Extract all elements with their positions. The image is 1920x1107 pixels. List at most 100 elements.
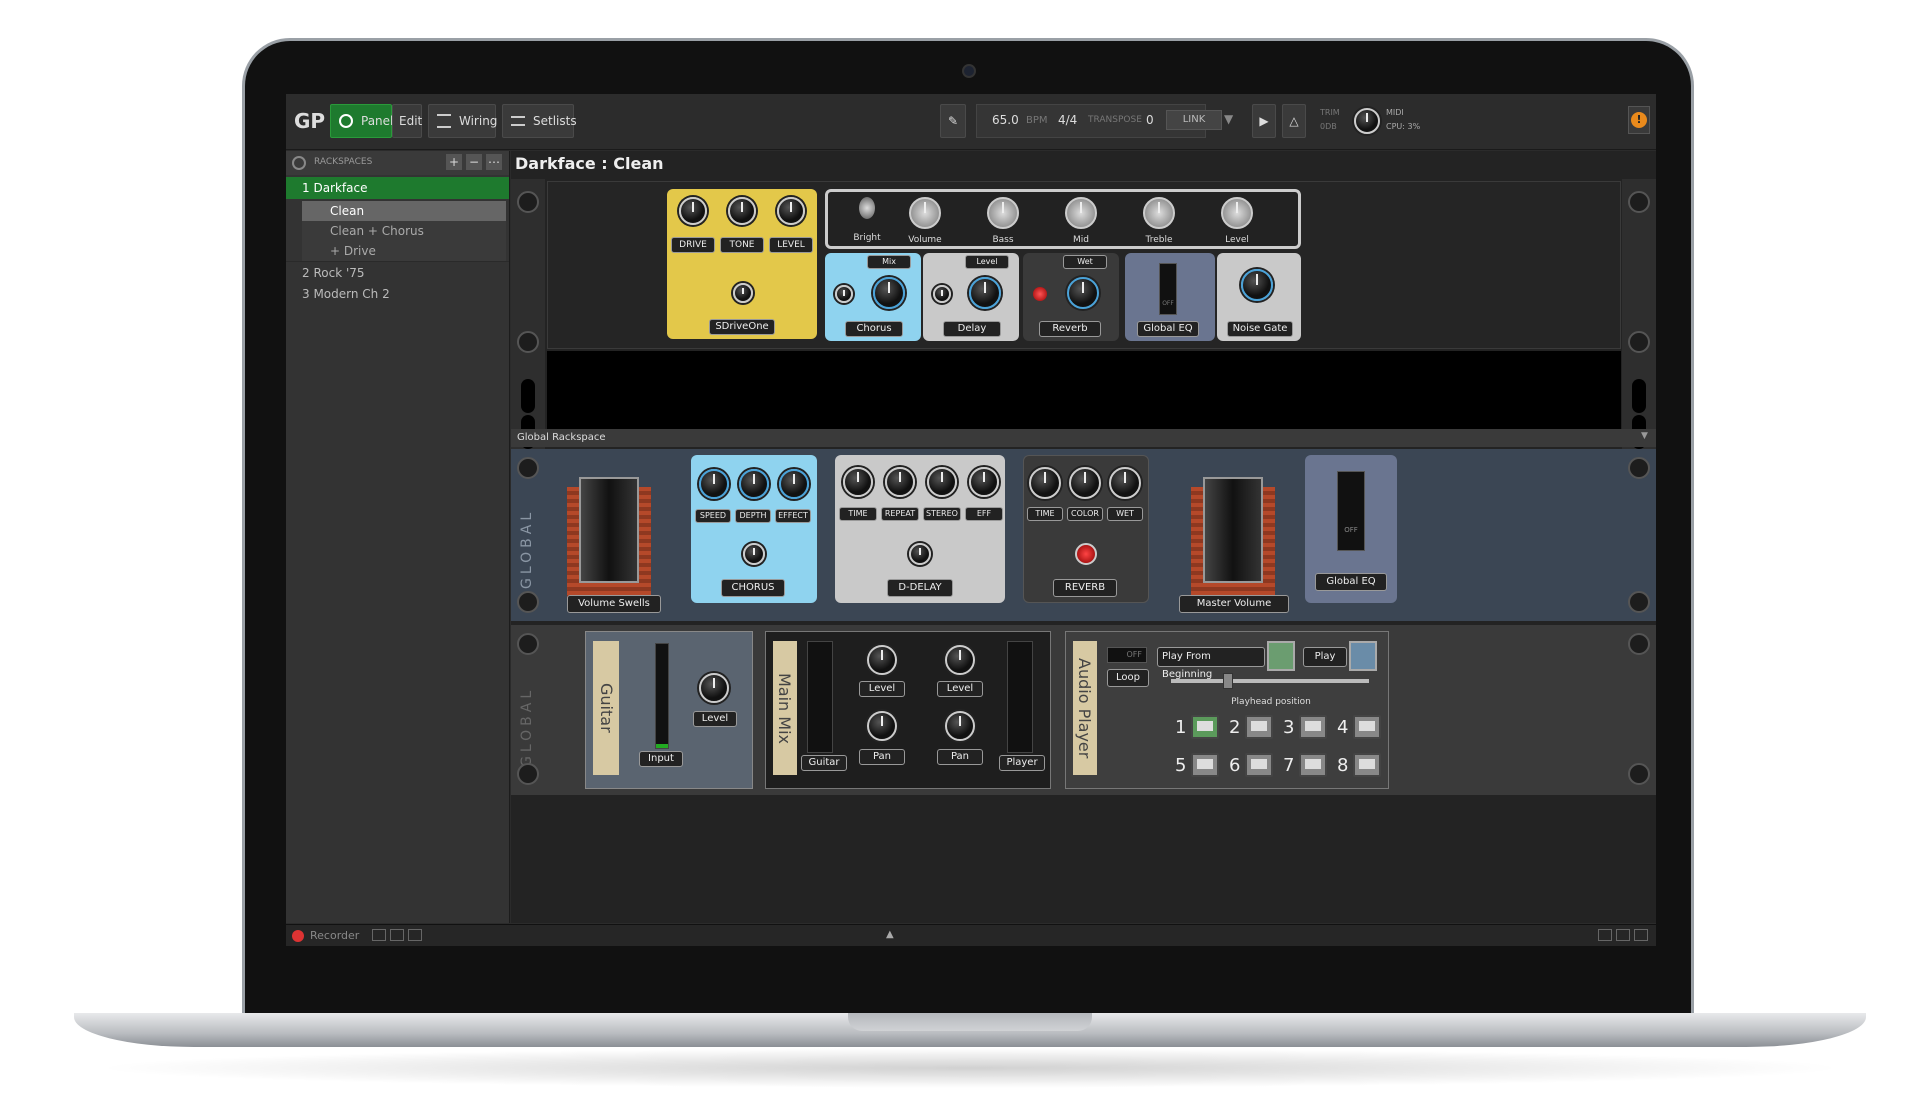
mix-level-knob-1[interactable] xyxy=(867,645,897,675)
global-eq2-switch[interactable]: OFF xyxy=(1337,471,1365,551)
record-icon[interactable] xyxy=(292,930,304,942)
pan-knob-1[interactable] xyxy=(867,711,897,741)
button-7[interactable] xyxy=(1299,753,1327,777)
volume-swells-treadle[interactable] xyxy=(579,477,639,583)
volume-knob[interactable] xyxy=(909,197,941,229)
playhead-slider[interactable] xyxy=(1171,679,1369,683)
ddelay-footswitch[interactable] xyxy=(909,543,931,565)
button-4[interactable] xyxy=(1353,715,1381,739)
sidebar-variation-drive[interactable]: + Drive xyxy=(302,241,506,261)
chevron-up-icon[interactable]: ▲ xyxy=(886,929,894,940)
mix-level-knob-2[interactable] xyxy=(945,645,975,675)
collapse-icon[interactable]: ▼ xyxy=(1641,431,1648,441)
reverb-wet-knob-global[interactable] xyxy=(1109,467,1141,499)
app-logo-icon: GP xyxy=(294,109,326,133)
laptop-notch xyxy=(848,1013,1092,1031)
setlists-button[interactable]: Setlists xyxy=(502,104,577,138)
out1-button[interactable] xyxy=(390,929,404,941)
ddelay-stereo-knob[interactable] xyxy=(927,467,957,497)
amp-level-knob[interactable] xyxy=(1221,197,1253,229)
ddelay-repeat-knob[interactable] xyxy=(885,467,915,497)
sidebar-item-modern-ch2[interactable]: 3 Modern Ch 2 xyxy=(286,283,509,305)
sidebar-variation-clean[interactable]: Clean xyxy=(302,201,506,221)
drive-knob[interactable] xyxy=(679,197,707,225)
trim-knob[interactable] xyxy=(1354,108,1380,134)
status-bar: Recorder ▲ xyxy=(286,924,1656,946)
global-rackspace-header: Global Rackspace ▼ xyxy=(511,429,1656,447)
button-6[interactable] xyxy=(1245,753,1273,777)
layout2-button[interactable] xyxy=(1616,929,1630,941)
button-8[interactable] xyxy=(1353,753,1381,777)
layout3-button[interactable] xyxy=(1634,929,1648,941)
delay-level-knob[interactable] xyxy=(969,277,1001,309)
reverb-wet-knob[interactable] xyxy=(1067,277,1099,309)
master-volume-treadle[interactable] xyxy=(1203,477,1263,583)
ddelay-time-knob[interactable] xyxy=(843,467,873,497)
play-from-beginning-led[interactable] xyxy=(1267,641,1295,671)
sidebar-variation-clean-chorus[interactable]: Clean + Chorus xyxy=(302,221,506,241)
button-5-label: 5 xyxy=(1175,755,1187,776)
ddelay-eff-knob[interactable] xyxy=(969,467,999,497)
audio-play-button[interactable]: Play xyxy=(1303,647,1347,667)
reverb-time-knob[interactable] xyxy=(1029,467,1061,499)
noise-gate-knob[interactable] xyxy=(1241,269,1273,301)
tools-button[interactable]: ✎ xyxy=(940,104,966,138)
playhead-slider-handle[interactable] xyxy=(1223,673,1233,689)
button-1[interactable] xyxy=(1191,715,1219,739)
effect-knob[interactable] xyxy=(779,469,809,499)
bass-knob[interactable] xyxy=(987,197,1019,229)
chorus-mix-knob[interactable] xyxy=(873,277,905,309)
guitar-fader[interactable] xyxy=(807,641,833,753)
mid-knob[interactable] xyxy=(1065,197,1097,229)
mix-level-label-1: Level xyxy=(859,681,905,697)
layout1-button[interactable] xyxy=(1598,929,1612,941)
audio-play-led[interactable] xyxy=(1349,641,1377,671)
amp-level-label: Level xyxy=(1225,235,1249,245)
panels-button[interactable]: Panels xyxy=(330,104,400,138)
time-signature[interactable]: 4/4 xyxy=(1058,113,1077,127)
player-fader[interactable] xyxy=(1007,641,1033,753)
link-button[interactable]: LINK xyxy=(1166,110,1222,130)
edit-button[interactable]: Edit xyxy=(392,104,422,138)
reverb-red-footswitch[interactable] xyxy=(1075,543,1097,565)
sidebar-item-darkface[interactable]: 1 Darkface xyxy=(286,177,509,199)
depth-knob[interactable] xyxy=(739,469,769,499)
reverb-color-knob[interactable] xyxy=(1069,467,1101,499)
guitar-level-knob[interactable] xyxy=(699,673,729,703)
rack-slot xyxy=(1632,379,1646,413)
global-chorus-footswitch[interactable] xyxy=(743,543,765,565)
loop-button[interactable]: Loop xyxy=(1107,669,1149,687)
reverb-color-label: COLOR xyxy=(1067,507,1103,521)
bpm-value[interactable]: 65.0 xyxy=(992,113,1019,127)
audio-player-off-switch[interactable]: OFF xyxy=(1107,647,1147,663)
sdrive-name: SDriveOne xyxy=(709,319,775,335)
more-button[interactable]: ⋯ xyxy=(486,154,502,170)
add-rackspace-button[interactable]: + xyxy=(446,154,462,170)
level-knob[interactable] xyxy=(777,197,805,225)
pan-knob-2[interactable] xyxy=(945,711,975,741)
button-2[interactable] xyxy=(1245,715,1273,739)
global-eq-switch[interactable]: OFF xyxy=(1159,263,1177,315)
tone-knob[interactable] xyxy=(728,197,756,225)
play-button[interactable]: ▶ xyxy=(1252,104,1276,138)
chorus-footswitch[interactable] xyxy=(835,285,853,303)
remove-rackspace-button[interactable]: − xyxy=(466,154,482,170)
metronome-button[interactable]: △ xyxy=(1282,104,1306,138)
sdrive-footswitch[interactable] xyxy=(733,283,753,303)
chevron-down-icon[interactable]: ▼ xyxy=(1224,112,1233,126)
button-5[interactable] xyxy=(1191,753,1219,777)
in-button[interactable] xyxy=(372,929,386,941)
alert-button[interactable]: ! xyxy=(1628,106,1650,134)
delay-footswitch[interactable] xyxy=(933,285,951,303)
recorder-label[interactable]: Recorder xyxy=(310,929,359,942)
transpose-value[interactable]: 0 xyxy=(1146,113,1154,127)
button-3[interactable] xyxy=(1299,715,1327,739)
global-eq-name: Global EQ xyxy=(1137,321,1199,337)
play-from-beginning-button[interactable]: Play From Beginning xyxy=(1157,647,1265,680)
bright-switch[interactable] xyxy=(859,197,875,219)
treble-knob[interactable] xyxy=(1143,197,1175,229)
speed-knob[interactable] xyxy=(699,469,729,499)
wiring-button[interactable]: Wiring xyxy=(428,104,497,138)
sidebar-item-rock75[interactable]: 2 Rock '75 xyxy=(286,261,509,283)
out2-button[interactable] xyxy=(408,929,422,941)
